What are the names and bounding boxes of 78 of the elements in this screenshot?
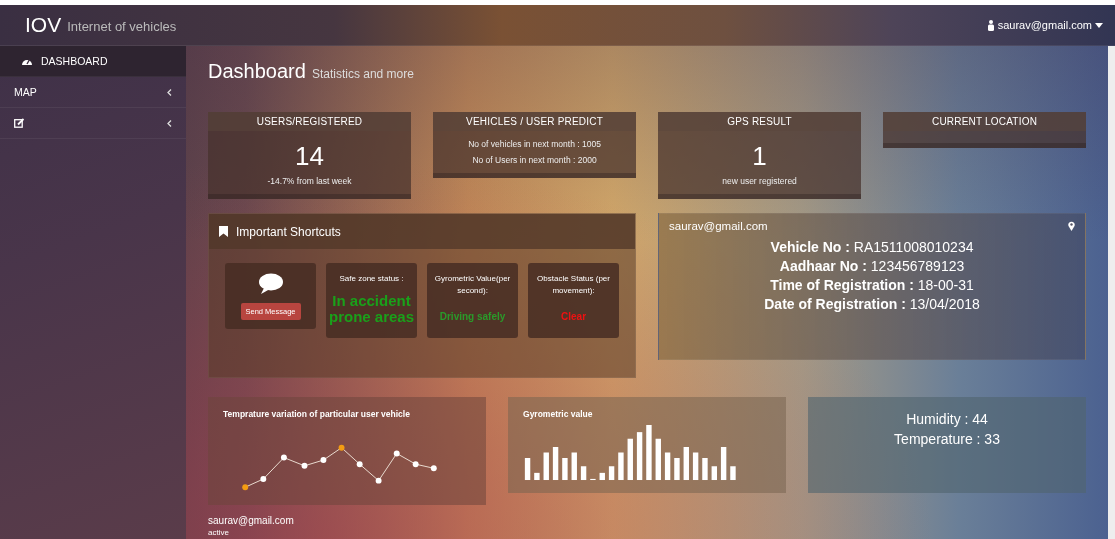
sidebar-item[interactable]: DASHBOARD (0, 46, 187, 77)
status-value: Clear (561, 311, 587, 322)
chart-point (393, 450, 400, 457)
user-icon (986, 19, 995, 31)
chart-bar (646, 425, 652, 480)
chart-point (356, 461, 363, 468)
chart-point (281, 454, 287, 461)
chart-bar (692, 452, 699, 480)
card-title: USERS/REGISTERED (256, 116, 363, 127)
chart-point (301, 462, 308, 469)
bookmark-icon (219, 226, 229, 237)
chart-bar (580, 466, 587, 480)
chart-point (430, 465, 437, 472)
brand-logo[interactable]: IOV (25, 13, 62, 37)
status-label: Gyrometric Value(per second): (433, 273, 512, 297)
stat-value: 1 (752, 141, 767, 172)
stat-text: new user registered (722, 175, 797, 188)
chart-bar (524, 458, 531, 480)
chart-bar (674, 458, 680, 480)
chart-bar (543, 452, 549, 480)
card-title: CURRENT LOCATION (932, 116, 1038, 127)
sidebar-item[interactable]: MAP (0, 77, 187, 108)
dashboard-icon (21, 56, 33, 66)
chart-bar (711, 466, 717, 480)
chart-bar (618, 452, 624, 480)
chart-bar (730, 466, 736, 480)
card-title: GPS RESULT (727, 116, 792, 127)
chart-bar (720, 447, 727, 480)
chart-bar (627, 438, 633, 480)
speech-bubble-icon (257, 273, 284, 295)
user-menu[interactable]: saurav@gmail.com (986, 19, 1103, 31)
page-title: Dashboard (208, 60, 306, 83)
chart-title: Gyrometric value (523, 409, 594, 419)
user-status: active (208, 528, 230, 537)
chart-bar (608, 466, 615, 480)
chart-bar (571, 452, 577, 480)
chart-point (260, 476, 267, 482)
stat-text: -14.7% from last week (267, 175, 352, 188)
sensor-reading: Temperature : 33 (894, 430, 1000, 449)
chart-bar (552, 447, 559, 480)
chart-bar (562, 458, 568, 480)
chart-bar (664, 452, 671, 480)
sensor-reading: Humidity : 44 (906, 410, 988, 429)
caret-icon (1095, 22, 1103, 28)
user-email: saurav@gmail.com (208, 515, 295, 526)
chart-point (375, 477, 382, 484)
scrollbar[interactable] (1108, 46, 1115, 539)
chart-point (412, 461, 419, 468)
stat-value: 14 (295, 141, 324, 172)
panel-title: Important Shortcuts (236, 224, 341, 239)
stat-text: No of Users in next month : 2000 (472, 154, 597, 167)
status-value: Driving safely (439, 311, 506, 322)
stat-text: No of vehicles in next month : 1005 (468, 138, 601, 151)
chart-bar (702, 458, 708, 480)
brand-tagline: Internet of vehicles (67, 19, 177, 34)
info-line: Time of Registration : 18-00-31 (770, 276, 974, 295)
chart-bar (683, 447, 689, 480)
chart-bar (534, 472, 540, 480)
chart-point (242, 484, 249, 491)
chart-point (320, 457, 327, 463)
status-label: Obstacle Status (per movement): (536, 273, 611, 297)
chevron-left-icon (167, 119, 173, 127)
chart-bar (655, 438, 661, 480)
info-line: Date of Registration : 13/04/2018 (764, 295, 980, 314)
info-line: Vehicle No : RA1511008010234 (770, 238, 974, 257)
status-label: Safe zone status : (338, 273, 405, 285)
edit-icon (14, 118, 25, 128)
chart-bar (636, 432, 643, 480)
chevron-left-icon (167, 88, 173, 96)
map-pin-icon (1068, 221, 1076, 231)
user-email: saurav@gmail.com (669, 220, 768, 232)
chart-point (338, 444, 345, 451)
chart-title: Temprature variation of particular user vehicle (223, 409, 411, 419)
info-line: Aadhaar No : 123456789123 (779, 257, 965, 276)
card-title: VEHICLES / USER PREDICT (466, 116, 603, 127)
page-subtitle: Statistics and more (311, 67, 414, 81)
chart-bar (599, 472, 605, 480)
status-value: In accident prone areas (328, 293, 416, 325)
